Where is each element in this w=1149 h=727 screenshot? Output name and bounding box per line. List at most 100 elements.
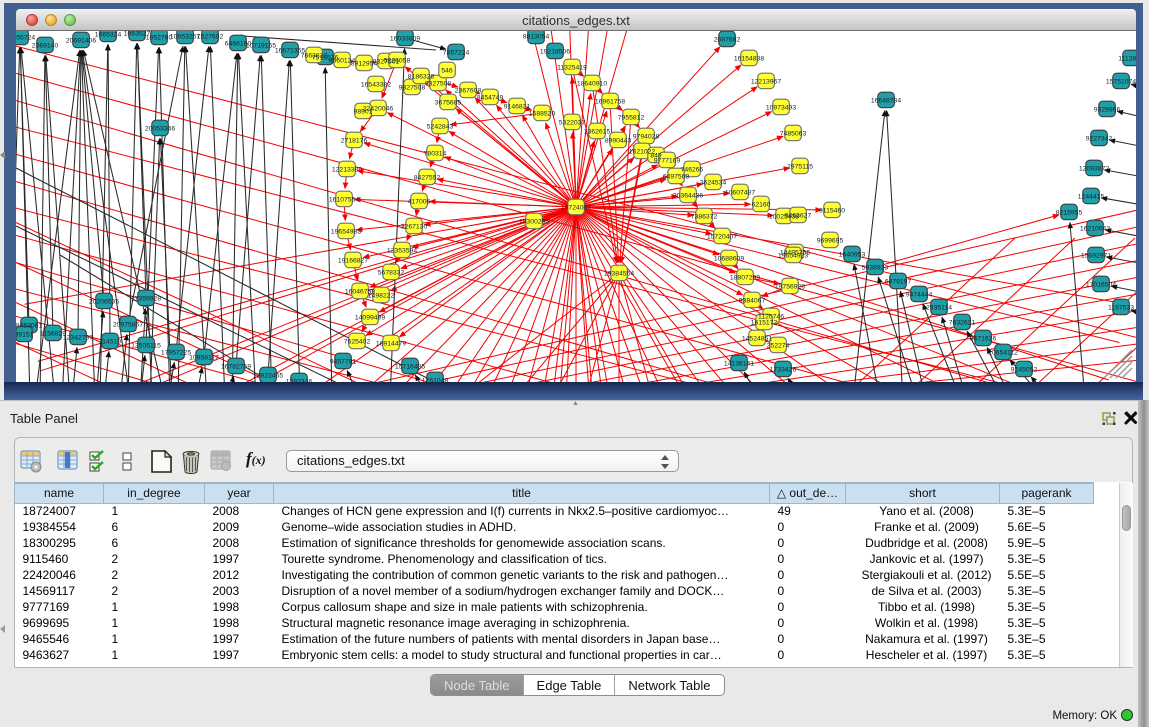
svg-text:98901: 98901 xyxy=(354,108,373,115)
svg-text:9146821: 9146821 xyxy=(504,103,531,110)
svg-text:11325419: 11325419 xyxy=(557,64,587,71)
svg-text:8453061: 8453061 xyxy=(16,322,42,329)
svg-text:16033809: 16033809 xyxy=(390,35,420,42)
svg-text:5678332: 5678332 xyxy=(378,269,405,276)
svg-text:2975115: 2975115 xyxy=(787,163,813,170)
svg-text:2718176: 2718176 xyxy=(341,137,368,144)
svg-text:15692971: 15692971 xyxy=(1081,252,1111,259)
svg-text:17957225: 17957225 xyxy=(161,349,191,356)
svg-text:17359928: 17359928 xyxy=(131,295,161,302)
svg-text:20691406: 20691406 xyxy=(66,37,96,44)
svg-text:5226058: 5226058 xyxy=(384,57,411,64)
svg-text:15720407: 15720407 xyxy=(707,233,737,240)
svg-text:8813054: 8813054 xyxy=(523,33,550,40)
svg-text:9327508: 9327508 xyxy=(425,80,452,87)
svg-text:2367608: 2367608 xyxy=(455,87,482,94)
svg-text:7857224: 7857224 xyxy=(443,49,470,56)
svg-text:18724007: 18724007 xyxy=(561,204,591,211)
svg-text:6497568: 6497568 xyxy=(663,173,690,180)
svg-text:14524851: 14524851 xyxy=(742,335,772,342)
svg-text:2935114: 2935114 xyxy=(926,304,952,311)
svg-text:7485063: 7485063 xyxy=(780,130,807,137)
svg-text:10653267: 10653267 xyxy=(170,33,200,40)
svg-text:417006: 417006 xyxy=(408,198,431,205)
svg-text:9329966: 9329966 xyxy=(1094,106,1121,113)
svg-text:1065324: 1065324 xyxy=(95,31,122,38)
svg-text:1362615: 1362615 xyxy=(584,128,611,135)
svg-text:1167533: 1167533 xyxy=(1108,304,1134,311)
svg-text:16914479: 16914479 xyxy=(376,340,406,347)
svg-text:252274: 252274 xyxy=(767,342,790,349)
svg-text:14136141: 14136141 xyxy=(724,360,754,367)
svg-text:17016504: 17016504 xyxy=(1086,281,1116,288)
svg-text:114519: 114519 xyxy=(99,338,121,345)
svg-text:15716485: 15716485 xyxy=(395,363,425,370)
svg-text:12213967: 12213967 xyxy=(751,78,781,85)
svg-text:16543382: 16543382 xyxy=(361,81,391,88)
svg-text:1244415: 1244415 xyxy=(1078,193,1105,200)
svg-text:16648784: 16648784 xyxy=(871,97,901,104)
svg-text:39151: 39151 xyxy=(16,331,34,338)
svg-text:18807299: 18807299 xyxy=(730,274,760,281)
svg-text:5322037: 5322037 xyxy=(559,119,586,126)
svg-text:19756928: 19756928 xyxy=(775,283,805,290)
svg-text:1588520: 1588520 xyxy=(529,110,556,117)
svg-text:16782759: 16782759 xyxy=(221,363,251,370)
svg-text:9699695: 9699695 xyxy=(817,237,844,244)
svg-text:8471626: 8471626 xyxy=(970,335,997,342)
svg-text:10973493: 10973493 xyxy=(766,104,796,111)
svg-text:14055724: 14055724 xyxy=(16,34,35,41)
svg-text:20364436: 20364436 xyxy=(673,192,703,199)
svg-text:9777169: 9777169 xyxy=(654,157,681,164)
svg-text:14099489: 14099489 xyxy=(355,314,385,321)
svg-text:12342737: 12342737 xyxy=(63,334,93,341)
svg-text:8427552: 8427552 xyxy=(414,174,441,181)
svg-text:9245052: 9245052 xyxy=(1011,366,1038,373)
svg-text:9115460: 9115460 xyxy=(819,207,845,214)
svg-text:62160: 62160 xyxy=(752,201,771,208)
svg-text:10719155: 10719155 xyxy=(246,42,276,49)
svg-text:10607487: 10607487 xyxy=(725,189,755,196)
svg-text:5938923: 5938923 xyxy=(862,264,889,271)
svg-text:8215955: 8215955 xyxy=(1056,209,1083,216)
svg-text:1761048: 1761048 xyxy=(422,377,449,382)
svg-text:1640953: 1640953 xyxy=(839,251,866,258)
svg-text:18300295: 18300295 xyxy=(519,218,549,225)
svg-text:19218506: 19218506 xyxy=(540,48,570,55)
svg-text:9827508: 9827508 xyxy=(399,84,426,91)
svg-text:7632621: 7632621 xyxy=(949,319,976,326)
svg-text:19654983: 19654983 xyxy=(331,228,361,235)
svg-text:12213389: 12213389 xyxy=(332,166,362,173)
svg-text:2369140: 2369140 xyxy=(32,42,59,49)
svg-text:3624534: 3624534 xyxy=(700,179,727,186)
svg-text:3267130: 3267130 xyxy=(401,223,428,230)
svg-text:16154838: 16154838 xyxy=(734,55,764,62)
svg-text:1527602: 1527602 xyxy=(197,33,224,40)
svg-text:780314: 780314 xyxy=(424,150,447,157)
svg-text:15751074: 15751074 xyxy=(1106,78,1136,85)
svg-text:7625402: 7625402 xyxy=(344,338,371,345)
svg-text:19166827: 19166827 xyxy=(338,257,368,264)
svg-text:20206535: 20206535 xyxy=(89,298,119,305)
svg-text:746266: 746266 xyxy=(681,166,704,173)
svg-text:8454749: 8454749 xyxy=(477,94,504,101)
svg-text:9474444: 9474444 xyxy=(906,291,933,298)
svg-text:12923465: 12923465 xyxy=(253,372,283,379)
svg-text:9384067: 9384067 xyxy=(739,297,766,304)
svg-text:1112831: 1112831 xyxy=(1118,55,1136,62)
svg-text:7386372: 7386372 xyxy=(691,213,718,220)
svg-text:10688609: 10688609 xyxy=(714,255,744,262)
svg-text:20975867: 20975867 xyxy=(113,321,143,328)
svg-text:16210643: 16210643 xyxy=(1080,225,1110,232)
svg-text:12093872: 12093872 xyxy=(1079,165,1109,172)
svg-text:16107554: 16107554 xyxy=(329,196,359,203)
svg-text:20053346: 20053346 xyxy=(145,125,175,132)
svg-text:5242843: 5242843 xyxy=(427,123,454,130)
svg-text:6879197: 6879197 xyxy=(885,278,912,285)
svg-text:8990443: 8990443 xyxy=(605,137,632,144)
svg-text:546: 546 xyxy=(441,67,453,74)
svg-text:19654923: 19654923 xyxy=(778,252,808,259)
svg-text:7663822: 7663822 xyxy=(301,52,328,59)
svg-text:9457791: 9457791 xyxy=(330,358,357,365)
svg-text:19384554: 19384554 xyxy=(604,270,634,277)
